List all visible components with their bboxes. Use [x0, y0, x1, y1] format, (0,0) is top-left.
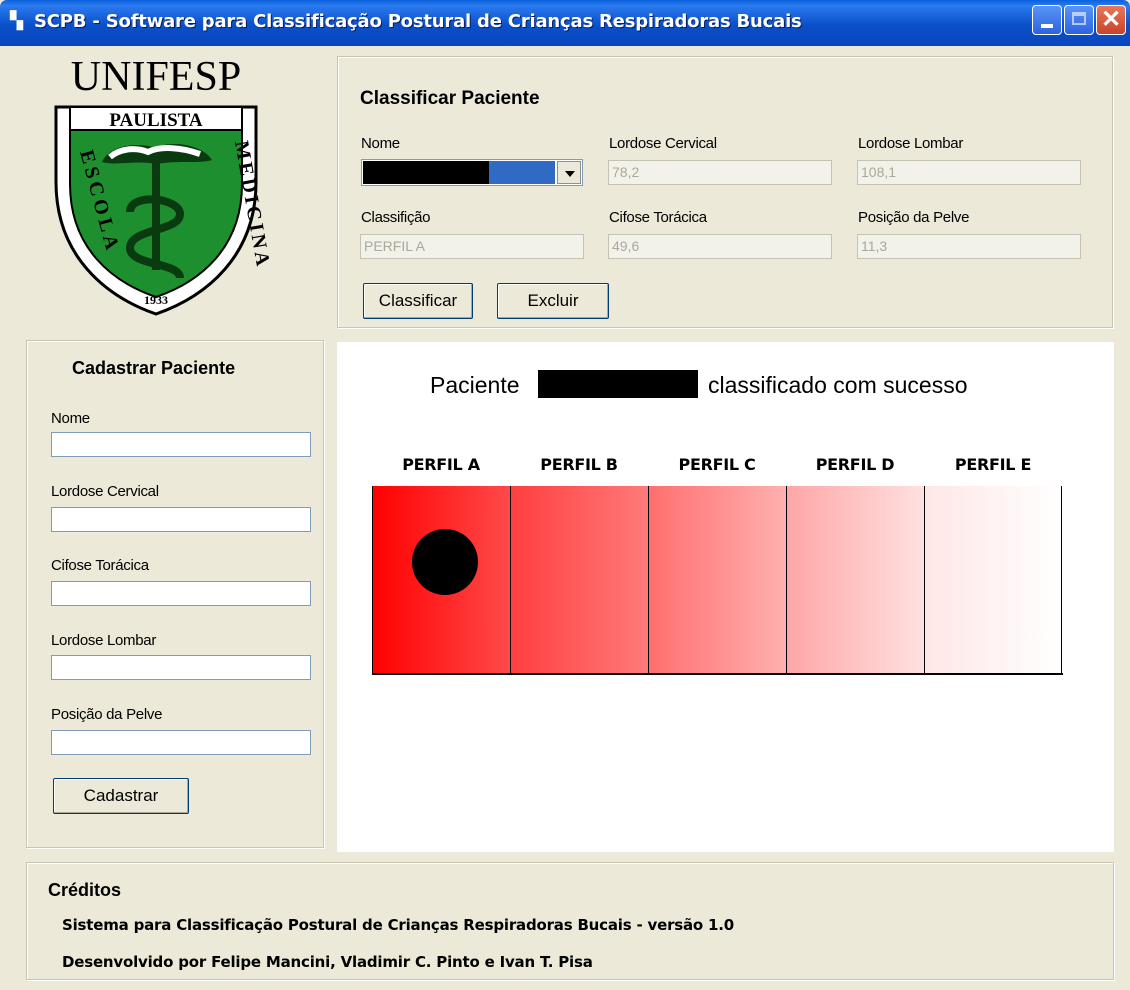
register-cifose-toracica-label: Cifose Torácica [51, 557, 149, 574]
combo-dropdown-button[interactable] [557, 161, 581, 184]
classify-name-label: Nome [361, 135, 400, 152]
classify-cifose-toracica-label: Cifose Torácica [609, 209, 707, 226]
redacted-patient-name [538, 370, 698, 398]
register-posicao-pelve-label: Posição da Pelve [51, 706, 163, 723]
delete-button[interactable]: Excluir [497, 283, 609, 319]
credits-authors-line: Desenvolvido por Felipe Mancini, Vladimi… [62, 953, 593, 971]
profile-cell-c [648, 486, 786, 674]
classify-lordose-cervical-value: 78,2 [612, 164, 640, 180]
register-lordose-lombar-input[interactable] [51, 655, 311, 680]
profile-divider [786, 486, 787, 674]
classify-title: Classificar Paciente [360, 88, 540, 109]
profile-divider [924, 486, 925, 674]
profile-divider [1061, 486, 1062, 674]
credits-version-line: Sistema para Classificação Postural de C… [62, 916, 735, 934]
classification-marker [412, 529, 478, 595]
profile-cell-b [510, 486, 648, 674]
profile-divider [372, 486, 373, 674]
close-icon: ✕ [1100, 6, 1122, 33]
window-title: SCPB - Software para Classificação Postu… [34, 11, 802, 32]
credits-title: Créditos [48, 880, 122, 900]
classify-lordose-cervical-field[interactable]: 78,2 [608, 160, 832, 185]
logo-title: UNIFESP [71, 54, 241, 100]
classify-classification-field[interactable]: PERFIL A [360, 234, 584, 259]
profile-divider [648, 486, 649, 674]
register-title: Cadastrar Paciente [72, 358, 236, 378]
unifesp-logo: UNIFESP PAULISTA 1933 ESCOLA MEDICINA [54, 54, 274, 316]
register-lordose-lombar-label: Lordose Lombar [51, 632, 157, 649]
classify-classification-value: PERFIL A [364, 238, 425, 254]
profile-header-d: PERFIL D [815, 455, 895, 474]
close-button[interactable]: ✕ [1096, 5, 1126, 35]
classify-cifose-toracica-field[interactable]: 49,6 [608, 234, 832, 259]
classify-cifose-toracica-value: 49,6 [612, 238, 640, 254]
profile-cell-e [924, 486, 1062, 674]
classify-button[interactable]: Classificar [363, 283, 473, 319]
profile-scale-baseline [372, 673, 1063, 675]
title-bar[interactable]: ▚ SCPB - Software para Classificação Pos… [0, 0, 1130, 46]
logo-banner: PAULISTA [109, 110, 203, 131]
minimize-button[interactable] [1032, 5, 1062, 35]
app-window-icon: ▚ [10, 11, 24, 30]
register-lordose-cervical-label: Lordose Cervical [51, 483, 159, 500]
application-window: ▚ SCPB - Software para Classificação Pos… [0, 0, 1130, 990]
register-button[interactable]: Cadastrar [53, 778, 189, 814]
classify-lordose-lombar-value: 108,1 [861, 164, 897, 180]
result-message-suffix: classificado com sucesso [708, 372, 968, 398]
profile-header-a: PERFIL A [402, 455, 480, 474]
chevron-down-icon [565, 171, 575, 177]
logo-year: 1933 [144, 293, 168, 307]
profile-cell-d [786, 486, 924, 674]
maximize-icon [1072, 12, 1086, 25]
combo-selection [489, 161, 555, 184]
classify-classification-label: Classifição [361, 209, 431, 226]
classify-lordose-lombar-field[interactable]: 108,1 [857, 160, 1081, 185]
profile-divider [510, 486, 511, 674]
profile-header-e: PERFIL E [954, 455, 1032, 474]
register-posicao-pelve-input[interactable] [51, 730, 311, 755]
minimize-icon [1041, 24, 1053, 28]
classify-posicao-pelve-label: Posição da Pelve [858, 209, 970, 226]
classify-lordose-cervical-label: Lordose Cervical [609, 135, 717, 152]
register-name-input[interactable] [51, 432, 311, 457]
classify-posicao-pelve-value: 11,3 [861, 238, 888, 254]
classify-posicao-pelve-field[interactable]: 11,3 [857, 234, 1081, 259]
register-lordose-cervical-input[interactable] [51, 507, 311, 532]
register-name-label: Nome [51, 410, 90, 427]
classify-lordose-lombar-label: Lordose Lombar [858, 135, 964, 152]
profile-header-b: PERFIL B [540, 455, 618, 474]
maximize-button[interactable] [1064, 5, 1094, 35]
register-cifose-toracica-input[interactable] [51, 581, 311, 606]
redacted-name [363, 161, 489, 184]
result-message-prefix: Paciente [430, 372, 520, 398]
patient-name-combo[interactable] [361, 159, 583, 186]
profile-header-c: PERFIL C [678, 455, 756, 474]
